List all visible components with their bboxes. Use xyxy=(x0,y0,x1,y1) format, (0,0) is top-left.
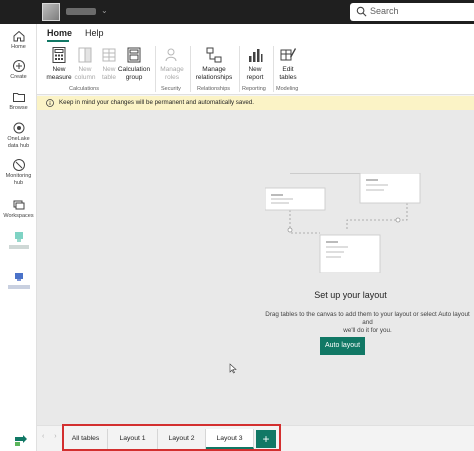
rail-item-onelake[interactable]: OneLake data hub xyxy=(0,121,37,149)
rail-label-workspaces: Workspaces xyxy=(3,213,34,219)
edit-tables-label-2: tables xyxy=(279,73,297,81)
manage-relationships-button[interactable]: Manage relationships xyxy=(193,46,235,81)
search-box[interactable]: Search xyxy=(350,3,474,21)
group-label-modeling: Modeling xyxy=(276,86,299,92)
new-measure-label-1: New xyxy=(52,66,66,73)
home-icon xyxy=(13,30,24,42)
manage-roles-button[interactable]: Manage roles xyxy=(158,46,186,81)
rail-label-onelake-line2: data hub xyxy=(7,142,30,149)
redacted-name xyxy=(0,285,37,292)
bar-chart-icon xyxy=(249,49,263,62)
info-icon xyxy=(46,99,54,107)
group-label-relationships: Relationships xyxy=(197,86,231,92)
rail-label-create: Create xyxy=(10,74,27,80)
ribbon-separator xyxy=(190,46,191,92)
new-column-label-1: New xyxy=(78,66,92,73)
rail-label-home: Home xyxy=(11,44,26,50)
auto-layout-button[interactable]: Auto layout xyxy=(320,337,365,355)
tab-scroll-arrows[interactable]: ‹ › xyxy=(42,433,61,440)
manage-roles-label-1: Manage xyxy=(160,66,184,73)
search-icon xyxy=(356,6,367,17)
info-banner: Keep in mind your changes will be perman… xyxy=(37,96,474,110)
tab-all-tables[interactable]: All tables xyxy=(64,429,108,449)
new-column-button[interactable]: New column xyxy=(72,46,98,81)
rail-item-browse[interactable]: Browse xyxy=(0,90,37,112)
empty-state-description-line-2: we'll do it for you. xyxy=(343,327,392,334)
workspace-name-redacted[interactable] xyxy=(66,8,96,15)
manage-relationships-label-1: Manage xyxy=(202,66,226,73)
tab-home-underline xyxy=(47,40,69,42)
mouse-cursor-icon xyxy=(229,363,237,374)
search-placeholder: Search xyxy=(370,6,399,16)
ribbon-separator xyxy=(273,46,274,92)
edit-tables-button[interactable]: Edit tables xyxy=(275,46,301,81)
ribbon: Home Help New measure New column New tab… xyxy=(37,24,474,95)
new-measure-label-2: measure xyxy=(46,73,72,81)
calculator-icon xyxy=(52,47,66,63)
redacted-name xyxy=(0,245,37,252)
calculation-group-icon xyxy=(127,47,141,63)
add-layout-button[interactable]: + xyxy=(256,430,276,448)
tab-help[interactable]: Help xyxy=(85,28,104,38)
layout-canvas[interactable] xyxy=(37,110,474,425)
folder-icon xyxy=(12,93,25,102)
person-lock-icon xyxy=(165,48,177,62)
workspaces-icon xyxy=(13,200,24,210)
rail-item-workspace-redacted-2[interactable] xyxy=(0,270,37,292)
manage-roles-label-2: roles xyxy=(164,73,180,81)
group-label-calculations: Calculations xyxy=(69,86,99,92)
new-report-button[interactable]: New report xyxy=(242,46,268,81)
edit-tables-icon xyxy=(280,48,296,61)
group-label-security: Security xyxy=(161,86,181,92)
rail-item-workspace-redacted-1[interactable] xyxy=(0,230,37,252)
new-column-label-2: column xyxy=(74,73,96,81)
rail-item-monitoring[interactable]: Monitoring hub xyxy=(0,158,37,186)
relationships-icon xyxy=(206,47,222,63)
rail-item-create[interactable]: Create xyxy=(0,59,37,81)
info-banner-text: Keep in mind your changes will be perman… xyxy=(59,99,255,106)
layout-illustration-icon xyxy=(265,173,421,273)
edit-tables-label-1: Edit xyxy=(282,66,294,73)
rail-item-home[interactable]: Home xyxy=(0,29,37,51)
tab-layout-3[interactable]: Layout 3 xyxy=(206,429,254,449)
rail-label-monitoring-line2: hub xyxy=(13,179,24,186)
chevron-down-icon[interactable]: ⌄ xyxy=(101,6,108,15)
ribbon-separator xyxy=(239,46,240,92)
group-label-reporting: Reporting xyxy=(242,86,266,92)
plus-circle-icon xyxy=(12,60,25,72)
app-logo-icon xyxy=(42,3,60,21)
calculation-group-label-1: Calculation xyxy=(117,66,151,73)
manage-relationships-label-2: relationships xyxy=(195,73,233,81)
rail-item-workspaces[interactable]: Workspaces xyxy=(0,198,37,220)
tab-home[interactable]: Home xyxy=(47,28,72,38)
top-bar: ⌄ Search xyxy=(0,0,474,24)
semantic-model-icon xyxy=(14,232,23,242)
empty-state-description: Drag tables to the canvas to add them to… xyxy=(261,311,474,335)
calculation-group-label-2: group xyxy=(125,73,143,81)
calculation-group-button[interactable]: Calculation group xyxy=(116,46,152,81)
tab-layout-1[interactable]: Layout 1 xyxy=(108,429,158,449)
new-measure-button[interactable]: New measure xyxy=(45,46,73,81)
new-report-label-1: New xyxy=(248,66,262,73)
tab-layout-2[interactable]: Layout 2 xyxy=(158,429,206,449)
monitoring-icon xyxy=(12,159,25,171)
new-report-label-2: report xyxy=(246,73,264,81)
fabric-logo-icon xyxy=(15,435,27,446)
ribbon-separator xyxy=(155,46,156,92)
empty-state-title: Set up your layout xyxy=(314,290,387,300)
empty-state-description-line-1: Drag tables to the canvas to add them to… xyxy=(265,311,470,326)
workspace-item-icon xyxy=(14,273,23,281)
rail-label-browse: Browse xyxy=(9,105,28,111)
column-icon xyxy=(78,47,92,63)
onelake-icon xyxy=(13,122,24,134)
